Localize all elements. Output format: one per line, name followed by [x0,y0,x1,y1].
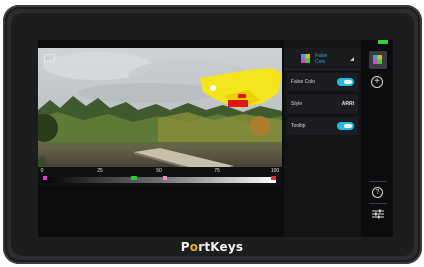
color-marker [271,176,276,180]
tooltip-label: Tooltip [291,123,306,129]
divider [369,181,387,182]
camera-view[interactable] [38,48,282,186]
color-marker [131,176,137,180]
scene-image [38,48,282,186]
luminance-gradient-bar [42,177,276,183]
style-value: ARRI [341,101,354,107]
monitor-screen: 0 25 50 75 100 False Colo False Colo Sty… [38,40,393,237]
brand-logo: PortKeys [180,240,244,254]
battery-icon [378,40,388,44]
add-icon[interactable]: + [371,76,383,88]
scale-tick: 75 [214,168,220,174]
false-color-label: False Colo [291,79,315,85]
style-row[interactable]: Style ARRI [287,95,358,113]
scale-tick: 25 [97,168,103,174]
color-marker [43,176,47,180]
help-icon[interactable]: ? [372,187,383,198]
caret-icon [350,57,354,61]
icon-rail: + ? [363,40,393,237]
panel-header[interactable]: False Colo [284,48,361,70]
tooltip-row: Tooltip [287,117,358,135]
scale-tick: 0 [40,168,44,174]
false-color-toggle[interactable] [337,78,354,86]
false-color-icon [301,54,310,63]
scale-tick: 50 [156,168,162,174]
false-color-icon [373,55,382,64]
false-color-button[interactable] [369,51,387,69]
false-color-row: False Colo [287,73,358,91]
false-color-scale: 0 25 50 75 100 [38,167,282,186]
settings-icon[interactable] [372,209,384,219]
frame-guide-icon[interactable] [44,54,55,62]
false-color-panel: False Colo False Colo Style ARRI Tooltip [284,40,361,237]
scale-tick: 100 [270,168,280,174]
color-marker [163,176,167,180]
panel-title: False Colo [315,53,328,65]
divider [369,203,387,204]
style-label: Style [291,101,303,107]
tooltip-toggle[interactable] [337,122,354,130]
